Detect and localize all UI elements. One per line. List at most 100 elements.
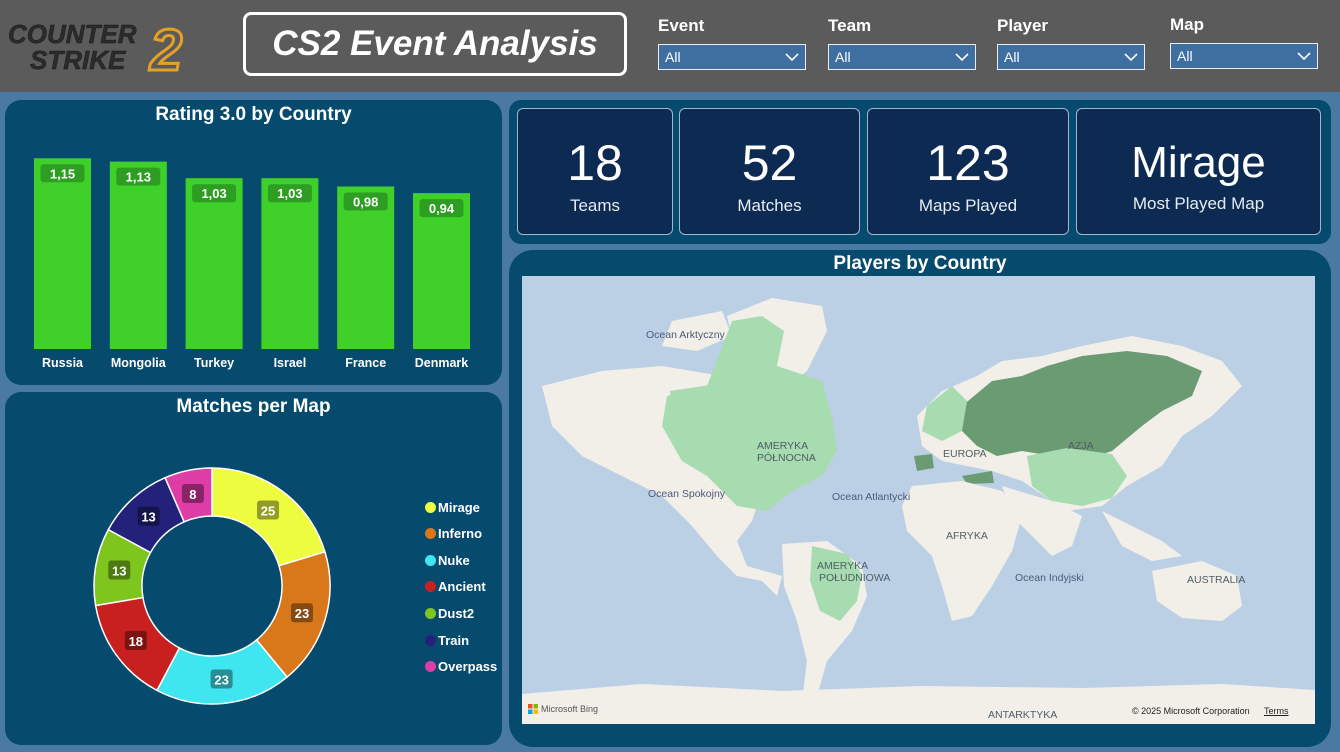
legend-dot <box>425 581 436 593</box>
logo-line2: STRIKE <box>30 45 126 74</box>
bar-value-label: 1,15 <box>50 166 75 181</box>
bar-value-label: 1,13 <box>126 170 151 185</box>
legend-item-ancient[interactable]: Ancient <box>425 577 486 597</box>
bing-attribution-text: Microsoft Bing <box>541 704 599 714</box>
kpi-teams: 18 Teams <box>517 108 673 235</box>
legend-item-dust2[interactable]: Dust2 <box>425 603 474 623</box>
kpi-most-played-map-value: Mirage <box>1131 138 1266 187</box>
map-label-atlantic: Ocean Atlantycki <box>832 491 911 503</box>
legend-dot <box>425 501 436 513</box>
donut-value-label: 25 <box>261 504 275 519</box>
legend-dot <box>425 661 436 673</box>
legend-item-train[interactable]: Train <box>425 630 469 650</box>
bar-category-label: Russia <box>42 356 84 370</box>
kpi-maps-played-label: Maps Played <box>918 196 1018 215</box>
map-label-africa: AFRYKA <box>946 530 988 542</box>
map-label-asia: AZJA <box>1068 440 1094 452</box>
donut-value-label: 23 <box>214 673 228 688</box>
map-dropdown[interactable]: All <box>1170 43 1318 69</box>
chevron-down-icon <box>785 53 799 62</box>
legend-label: Ancient <box>438 579 486 595</box>
legend-label: Train <box>438 632 470 648</box>
legend-item-inferno[interactable]: Inferno <box>425 524 482 544</box>
bar-category-label: France <box>345 356 386 370</box>
player-filter: Player All <box>997 16 1145 70</box>
legend-label: Dust2 <box>438 605 475 621</box>
chevron-down-icon <box>955 53 969 62</box>
map-label-south-america: AMERYKA <box>817 560 869 572</box>
turkey-highlight <box>962 471 994 484</box>
map-label-arctic: Ocean Arktyczny <box>646 329 725 341</box>
bar-mongolia <box>109 161 167 349</box>
event-dropdown-value: All <box>665 49 681 65</box>
team-dropdown[interactable]: All <box>828 44 976 70</box>
counter-strike-logo: COUNTER STRIKE 2 <box>8 18 184 74</box>
map-copyright: © 2025 Microsoft Corporation <box>1132 706 1250 716</box>
bar-category-label: Turkey <box>194 356 234 370</box>
player-dropdown[interactable]: All <box>997 44 1145 70</box>
australia-shape <box>1152 561 1242 621</box>
map-dropdown-value: All <box>1177 48 1193 64</box>
kpi-teams-label: Teams <box>569 196 621 215</box>
legend-dot <box>425 554 436 566</box>
bar-israel <box>261 178 319 349</box>
bing-attribution: Microsoft Bing <box>528 704 598 714</box>
map-label-north-america-2: PÓŁNOCNA <box>757 452 816 464</box>
legend-dot <box>425 528 436 540</box>
donut-value-label: 23 <box>295 606 309 621</box>
chevron-down-icon <box>1297 52 1311 61</box>
map-label-south-america-2: POŁUDNIOWA <box>819 572 891 584</box>
bar-category-label: Denmark <box>415 356 469 370</box>
bar-france <box>337 186 395 349</box>
rating-chart-card: Rating 3.0 by Country 1,15 Russia 1,13 Mong… <box>5 100 502 385</box>
france-highlight <box>914 454 934 471</box>
legend-dot <box>425 634 436 646</box>
map-label-europe: EUROPA <box>943 448 987 460</box>
legend-item-nuke[interactable]: Nuke <box>425 550 470 570</box>
kpi-matches-value: 52 <box>741 135 798 191</box>
africa-shape <box>902 481 1022 621</box>
legend-dot <box>425 607 436 619</box>
world-map-graphic <box>522 298 1315 724</box>
rating-bar-chart: 1,15 Russia 1,13 Mongolia 1,03 Turkey 1,03 Isra… <box>34 158 470 370</box>
bar-value-label: 1,03 <box>277 186 302 201</box>
world-map[interactable]: Ocean Arktyczny AMERYKA PÓŁNOCNA EUROPA … <box>522 276 1315 724</box>
map-filter: Map All <box>1170 15 1318 69</box>
bar-category-label: Israel <box>274 356 307 370</box>
event-filter: Event All <box>658 16 806 70</box>
legend-label: Inferno <box>438 526 483 542</box>
kpi-matches-label: Matches <box>737 196 802 215</box>
legend-label: Nuke <box>438 552 470 568</box>
legend-item-overpass[interactable]: Overpass <box>425 657 497 677</box>
map-label-pacific: Ocean Spokojny <box>648 488 726 500</box>
kpi-teams-value: 18 <box>567 135 623 191</box>
event-filter-label: Event <box>658 16 705 35</box>
donut-value-label: 13 <box>112 563 126 578</box>
bar-value-label: 1,03 <box>201 186 226 201</box>
logo-number: 2 <box>149 18 182 74</box>
team-dropdown-value: All <box>835 49 851 65</box>
bar-russia <box>34 158 91 349</box>
kpi-matches: 52 Matches <box>679 108 860 235</box>
southeast-asia-shape <box>1102 511 1182 561</box>
header-bar: COUNTER STRIKE 2 CS2 Event Analysis Even… <box>0 0 1340 92</box>
team-filter: Team All <box>828 16 976 70</box>
map-label-north-america: AMERYKA <box>757 440 809 452</box>
chevron-down-icon <box>1124 53 1138 62</box>
map-label-australia: AUSTRALIA <box>1187 574 1246 586</box>
dashboard-title: CS2 Event Analysis <box>272 24 598 63</box>
event-dropdown[interactable]: All <box>658 44 806 70</box>
kpi-most-played-map-label: Most Played Map <box>1132 194 1265 213</box>
map-panel-title: Players by Country <box>833 253 1007 274</box>
bar-category-label: Mongolia <box>111 356 167 370</box>
bar-turkey <box>185 178 243 349</box>
dashboard-title-box: CS2 Event Analysis <box>243 12 627 76</box>
map-label-antarctica: ANTARKTYKA <box>988 709 1058 721</box>
map-terms-link[interactable]: Terms <box>1264 706 1289 716</box>
legend-item-mirage[interactable]: Mirage <box>425 497 480 517</box>
legend-label: Overpass <box>438 659 498 675</box>
team-filter-label: Team <box>828 16 872 35</box>
kpi-maps-played: 123 Maps Played <box>867 108 1069 235</box>
bar-value-label: 0,94 <box>429 201 455 216</box>
donut-value-label: 18 <box>129 634 143 649</box>
